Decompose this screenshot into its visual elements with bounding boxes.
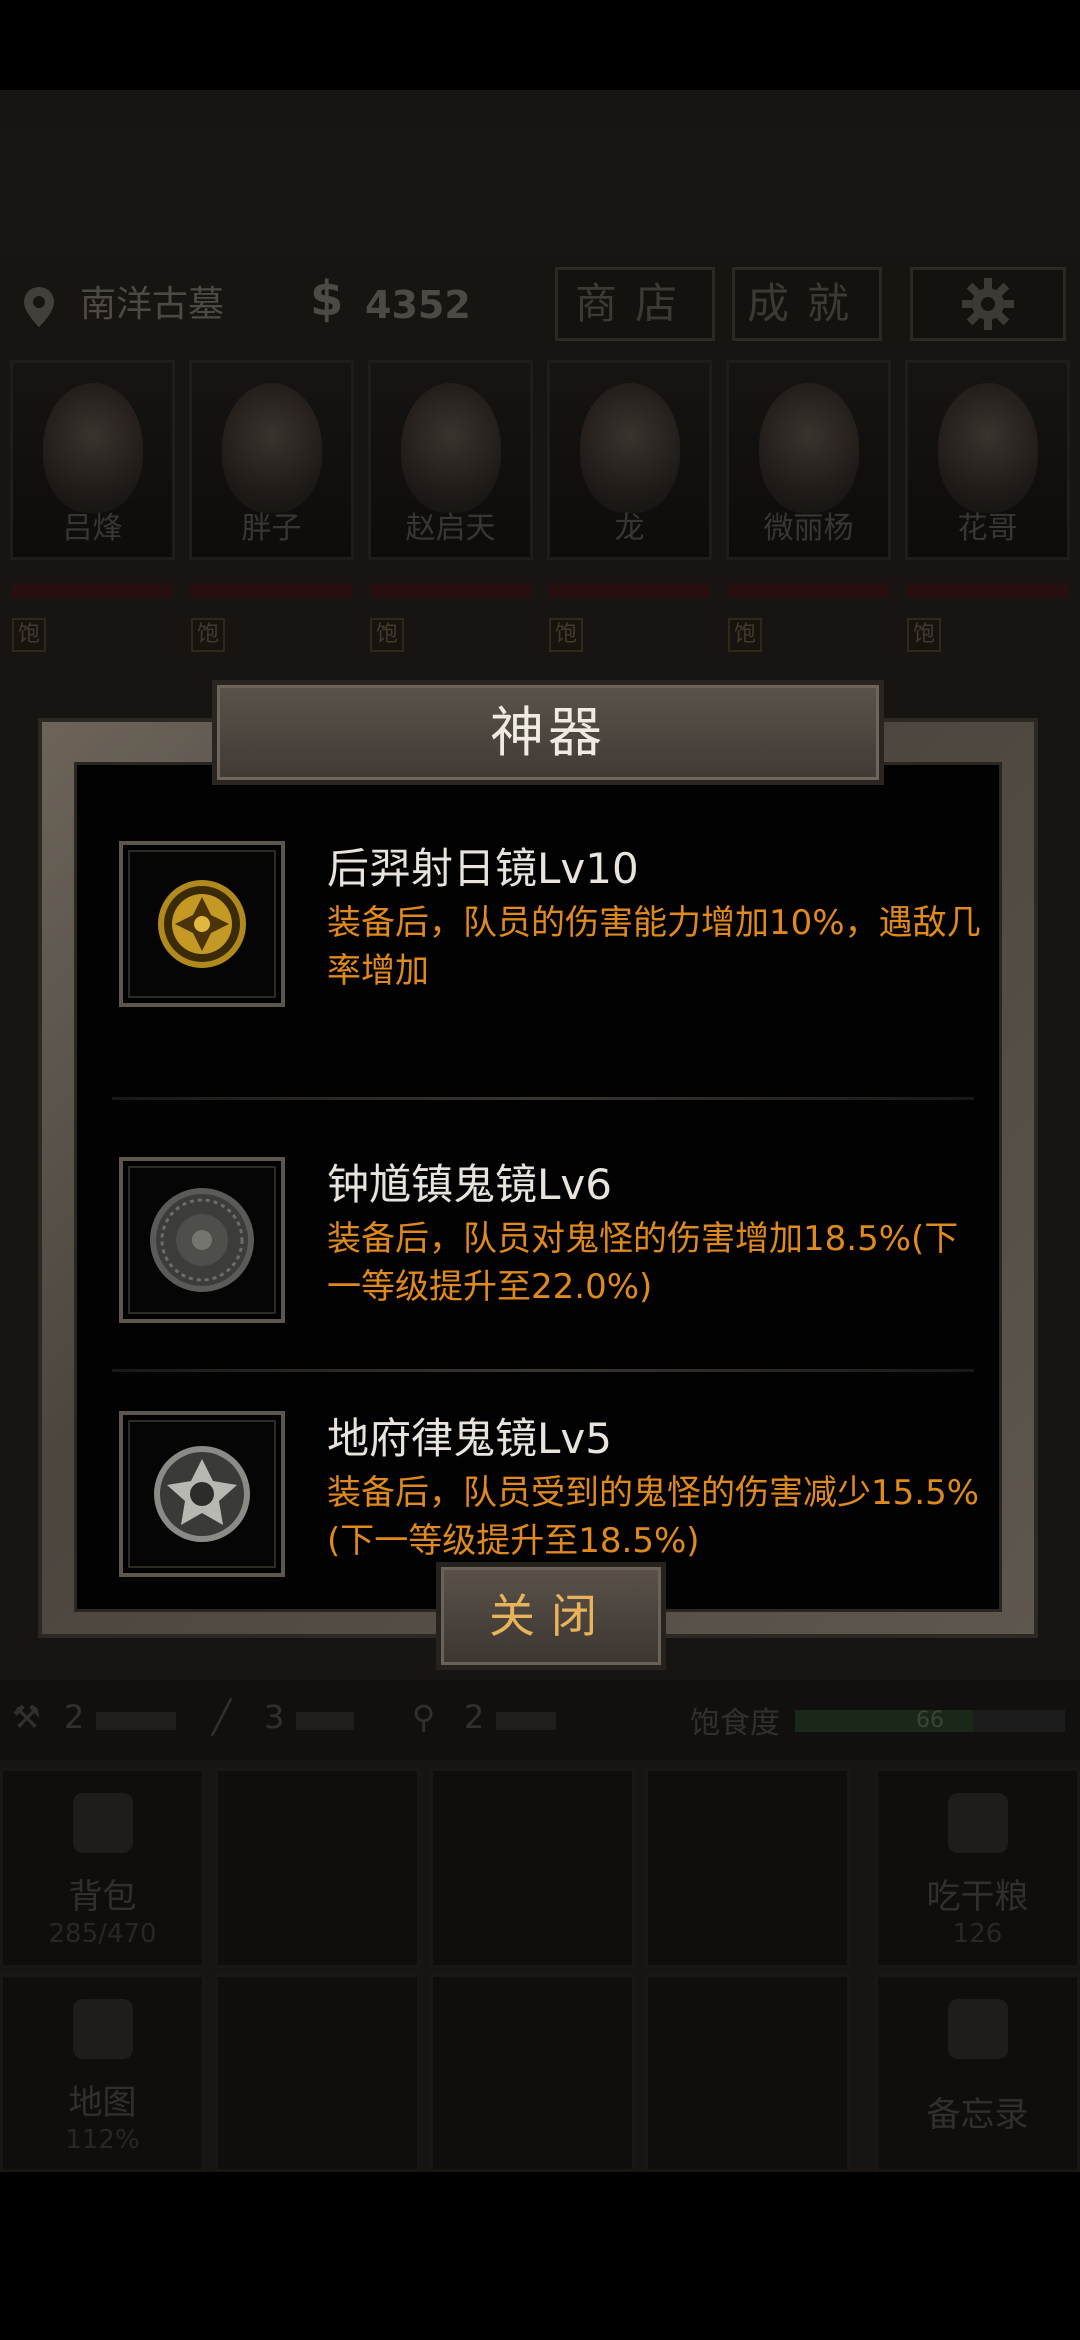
bronze-mirror-graphic — [150, 1188, 254, 1292]
dialog-title-plate: 神器 — [212, 680, 884, 785]
bronze-mirror-icon — [119, 1157, 285, 1323]
artifact-description: 装备后，队员受到的鬼怪的伤害减少15.5%(下一等级提升至18.5%) — [327, 1473, 980, 1561]
close-button[interactable]: 关闭 — [436, 1562, 666, 1670]
dialog-content: 后羿射日镜Lv10 装备后，队员的伤害能力增加10%，遇敌几率增加 钟馗镇鬼镜L… — [74, 762, 1002, 1612]
golden-mirror-icon — [119, 841, 285, 1007]
close-label: 关闭 — [489, 1589, 613, 1643]
artifact-name: 地府律鬼镜Lv5 — [327, 1414, 612, 1463]
artifact-name: 钟馗镇鬼镜Lv6 — [327, 1160, 612, 1209]
artifact-description: 装备后，队员对鬼怪的伤害增加18.5%(下一等级提升至22.0%) — [327, 1219, 959, 1307]
golden-mirror-graphic — [158, 880, 246, 968]
silver-mirror-graphic — [154, 1446, 250, 1542]
dialog-title: 神器 — [490, 701, 606, 764]
artifact-dialog: 后羿射日镜Lv10 装备后，队员的伤害能力增加10%，遇敌几率增加 钟馗镇鬼镜L… — [38, 718, 1038, 1638]
item-divider — [112, 1097, 974, 1100]
artifact-description: 装备后，队员的伤害能力增加10%，遇敌几率增加 — [327, 903, 981, 991]
item-divider — [112, 1369, 974, 1372]
artifact-name: 后羿射日镜Lv10 — [327, 844, 639, 893]
silver-mirror-icon — [119, 1411, 285, 1577]
